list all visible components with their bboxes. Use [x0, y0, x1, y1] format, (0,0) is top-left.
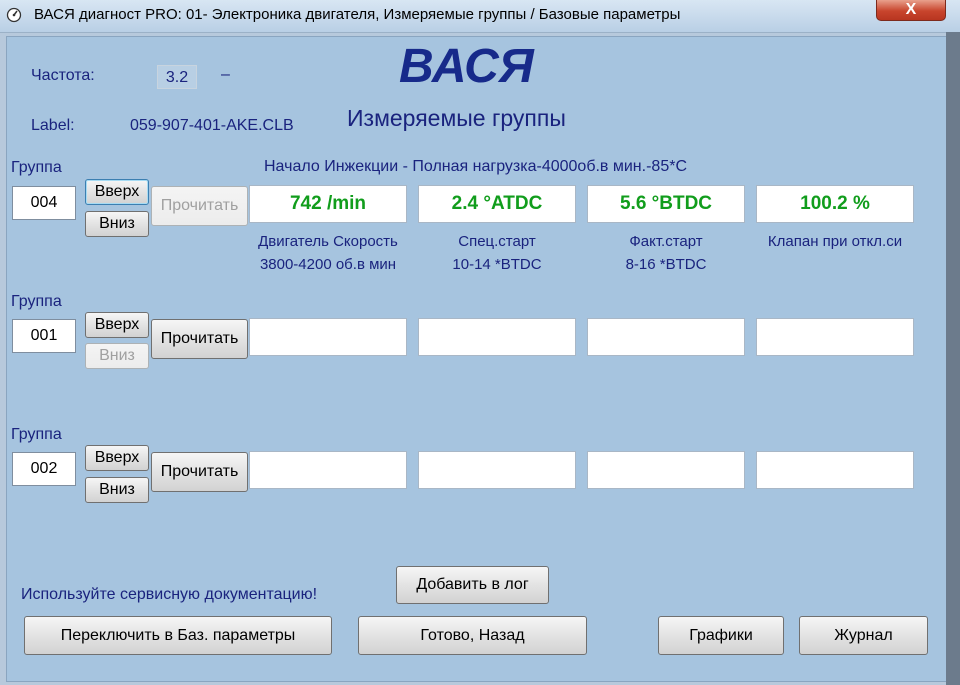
label-file-value: 059-907-401-AKE.CLB [130, 117, 294, 134]
value-field [249, 318, 407, 356]
frequency-label: Частота: [31, 67, 95, 84]
group-number-input[interactable]: 001 [12, 319, 76, 353]
value-description: Двигатель Скорость [258, 233, 398, 250]
service-doc-hint: Используйте сервисную документацию! [21, 586, 318, 603]
value-description: Клапан при откл.си [767, 233, 903, 250]
close-icon: X [905, 1, 917, 18]
main-panel: Частота: 3.2 – Label: 059-907-401-AKE.CL… [6, 36, 948, 682]
value-field [249, 451, 407, 489]
title-bar: ВАСЯ диагност PRO: 01- Электроника двига… [0, 0, 960, 33]
group-label: Группа [11, 426, 62, 443]
app-icon [6, 7, 22, 23]
group-number-input[interactable]: 002 [12, 452, 76, 486]
window-title: ВАСЯ диагност PRO: 01- Электроника двига… [34, 6, 681, 23]
value-range: 3800-4200 об.в мин [259, 256, 397, 273]
app-logo: ВАСЯ [399, 40, 534, 93]
group-up-button[interactable]: Вверх [85, 179, 149, 205]
value-field: 2.4 °ATDC [418, 185, 576, 223]
background-edge [946, 32, 960, 685]
read-group-button[interactable]: Прочитать [151, 319, 248, 359]
value-field: 742 /min [249, 185, 407, 223]
value-field: 100.2 % [756, 185, 914, 223]
group-down-button[interactable]: Вниз [85, 477, 149, 503]
value-description: Факт.старт [629, 233, 703, 250]
group-up-button[interactable]: Вверх [85, 312, 149, 338]
group-number-input[interactable]: 004 [12, 186, 76, 220]
read-group-button[interactable]: Прочитать [151, 186, 248, 226]
value-field [418, 451, 576, 489]
add-to-log-button[interactable]: Добавить в лог [396, 566, 549, 604]
group-up-button[interactable]: Вверх [85, 445, 149, 471]
page-title: Измеряемые группы [347, 105, 566, 131]
switch-basic-params-button[interactable]: Переключить в Баз. параметры [24, 616, 332, 655]
group-label: Группа [11, 293, 62, 310]
app-window: ВАСЯ диагност PRO: 01- Электроника двига… [0, 0, 960, 685]
group-label: Группа [11, 159, 62, 176]
value-field [756, 451, 914, 489]
graphs-button[interactable]: Графики [658, 616, 784, 655]
close-button[interactable]: X [876, 0, 946, 21]
frequency-value: 3.2 [157, 65, 197, 89]
value-range: 10-14 *BTDC [452, 256, 542, 273]
journal-button[interactable]: Журнал [799, 616, 928, 655]
group-down-button[interactable]: Вниз [85, 343, 149, 369]
value-range: 8-16 *BTDC [625, 256, 707, 273]
value-field [587, 451, 745, 489]
group-down-button[interactable]: Вниз [85, 211, 149, 237]
value-field: 5.6 °BTDC [587, 185, 745, 223]
value-field [418, 318, 576, 356]
frequency-dash: – [221, 66, 230, 83]
label-caption: Label: [31, 117, 75, 134]
read-group-button[interactable]: Прочитать [151, 452, 248, 492]
value-field [587, 318, 745, 356]
done-back-button[interactable]: Готово, Назад [358, 616, 587, 655]
value-field [756, 318, 914, 356]
value-description: Спец.старт [458, 233, 536, 250]
group-heading: Начало Инжекции - Полная нагрузка-4000об… [264, 158, 687, 175]
